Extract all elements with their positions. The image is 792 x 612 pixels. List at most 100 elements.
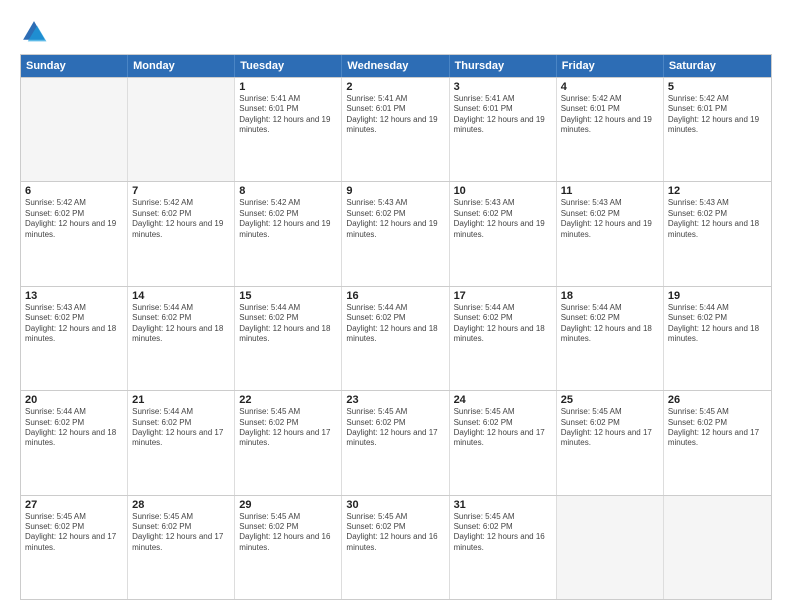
day-number: 9 [346, 185, 444, 197]
day-number: 12 [668, 185, 767, 197]
day-number: 5 [668, 81, 767, 93]
day-info: Sunrise: 5:43 AM Sunset: 6:02 PM Dayligh… [668, 198, 767, 240]
day-number: 17 [454, 290, 552, 302]
day-info: Sunrise: 5:44 AM Sunset: 6:02 PM Dayligh… [454, 303, 552, 345]
day-cell-30: 30Sunrise: 5:45 AM Sunset: 6:02 PM Dayli… [342, 496, 449, 599]
day-cell-31: 31Sunrise: 5:45 AM Sunset: 6:02 PM Dayli… [450, 496, 557, 599]
day-cell-12: 12Sunrise: 5:43 AM Sunset: 6:02 PM Dayli… [664, 182, 771, 285]
day-number: 27 [25, 499, 123, 511]
day-info: Sunrise: 5:44 AM Sunset: 6:02 PM Dayligh… [132, 407, 230, 449]
day-number: 6 [25, 185, 123, 197]
day-info: Sunrise: 5:45 AM Sunset: 6:02 PM Dayligh… [454, 512, 552, 554]
day-cell-4: 4Sunrise: 5:42 AM Sunset: 6:01 PM Daylig… [557, 78, 664, 181]
day-number: 26 [668, 394, 767, 406]
calendar-week-4: 20Sunrise: 5:44 AM Sunset: 6:02 PM Dayli… [21, 390, 771, 494]
day-info: Sunrise: 5:45 AM Sunset: 6:02 PM Dayligh… [346, 407, 444, 449]
logo [20, 18, 52, 46]
day-number: 7 [132, 185, 230, 197]
day-cell-6: 6Sunrise: 5:42 AM Sunset: 6:02 PM Daylig… [21, 182, 128, 285]
day-cell-16: 16Sunrise: 5:44 AM Sunset: 6:02 PM Dayli… [342, 287, 449, 390]
day-info: Sunrise: 5:45 AM Sunset: 6:02 PM Dayligh… [132, 512, 230, 554]
day-number: 30 [346, 499, 444, 511]
day-cell-7: 7Sunrise: 5:42 AM Sunset: 6:02 PM Daylig… [128, 182, 235, 285]
day-info: Sunrise: 5:45 AM Sunset: 6:02 PM Dayligh… [454, 407, 552, 449]
day-cell-14: 14Sunrise: 5:44 AM Sunset: 6:02 PM Dayli… [128, 287, 235, 390]
day-info: Sunrise: 5:41 AM Sunset: 6:01 PM Dayligh… [346, 94, 444, 136]
empty-cell [557, 496, 664, 599]
day-cell-8: 8Sunrise: 5:42 AM Sunset: 6:02 PM Daylig… [235, 182, 342, 285]
header-day-wednesday: Wednesday [342, 55, 449, 77]
header-day-sunday: Sunday [21, 55, 128, 77]
day-number: 29 [239, 499, 337, 511]
day-info: Sunrise: 5:41 AM Sunset: 6:01 PM Dayligh… [239, 94, 337, 136]
day-cell-17: 17Sunrise: 5:44 AM Sunset: 6:02 PM Dayli… [450, 287, 557, 390]
day-info: Sunrise: 5:45 AM Sunset: 6:02 PM Dayligh… [668, 407, 767, 449]
day-cell-18: 18Sunrise: 5:44 AM Sunset: 6:02 PM Dayli… [557, 287, 664, 390]
day-cell-24: 24Sunrise: 5:45 AM Sunset: 6:02 PM Dayli… [450, 391, 557, 494]
calendar-body: 1Sunrise: 5:41 AM Sunset: 6:01 PM Daylig… [21, 77, 771, 599]
day-cell-19: 19Sunrise: 5:44 AM Sunset: 6:02 PM Dayli… [664, 287, 771, 390]
day-number: 22 [239, 394, 337, 406]
day-cell-25: 25Sunrise: 5:45 AM Sunset: 6:02 PM Dayli… [557, 391, 664, 494]
day-info: Sunrise: 5:42 AM Sunset: 6:02 PM Dayligh… [239, 198, 337, 240]
day-number: 10 [454, 185, 552, 197]
day-number: 31 [454, 499, 552, 511]
day-info: Sunrise: 5:42 AM Sunset: 6:01 PM Dayligh… [668, 94, 767, 136]
day-info: Sunrise: 5:42 AM Sunset: 6:01 PM Dayligh… [561, 94, 659, 136]
day-number: 23 [346, 394, 444, 406]
day-number: 25 [561, 394, 659, 406]
header [20, 18, 772, 46]
day-number: 28 [132, 499, 230, 511]
header-day-saturday: Saturday [664, 55, 771, 77]
day-cell-28: 28Sunrise: 5:45 AM Sunset: 6:02 PM Dayli… [128, 496, 235, 599]
day-number: 18 [561, 290, 659, 302]
calendar-week-2: 6 Sunrise: 5:42 AM Sunset: 6:02 PM Daylig… [21, 181, 771, 285]
day-number: 8 [239, 185, 337, 197]
day-cell-1: 1Sunrise: 5:41 AM Sunset: 6:01 PM Daylig… [235, 78, 342, 181]
day-cell-3: 3Sunrise: 5:41 AM Sunset: 6:01 PM Daylig… [450, 78, 557, 181]
day-info: Sunrise: 5:44 AM Sunset: 6:02 PM Dayligh… [239, 303, 337, 345]
day-cell-23: 23Sunrise: 5:45 AM Sunset: 6:02 PM Dayli… [342, 391, 449, 494]
day-number: 4 [561, 81, 659, 93]
day-number: 1 [239, 81, 337, 93]
day-info: Sunrise: 5:43 AM Sunset: 6:02 PM Dayligh… [25, 303, 123, 345]
day-info: Sunrise: 5:45 AM Sunset: 6:02 PM Dayligh… [561, 407, 659, 449]
page: SundayMondayTuesdayWednesdayThursdayFrid… [0, 0, 792, 612]
day-cell-15: 15Sunrise: 5:44 AM Sunset: 6:02 PM Dayli… [235, 287, 342, 390]
day-number: 3 [454, 81, 552, 93]
calendar-week-5: 27Sunrise: 5:45 AM Sunset: 6:02 PM Dayli… [21, 495, 771, 599]
day-info: Sunrise: 5:44 AM Sunset: 6:02 PM Dayligh… [132, 303, 230, 345]
calendar-week-1: 1Sunrise: 5:41 AM Sunset: 6:01 PM Daylig… [21, 77, 771, 181]
day-number: 19 [668, 290, 767, 302]
day-cell-22: 22Sunrise: 5:45 AM Sunset: 6:02 PM Dayli… [235, 391, 342, 494]
day-info: Sunrise: 5:43 AM Sunset: 6:02 PM Dayligh… [346, 198, 444, 240]
empty-cell [664, 496, 771, 599]
day-info: Sunrise: 5:45 AM Sunset: 6:02 PM Dayligh… [239, 512, 337, 554]
day-number: 16 [346, 290, 444, 302]
day-cell-20: 20Sunrise: 5:44 AM Sunset: 6:02 PM Dayli… [21, 391, 128, 494]
day-cell-2: 2Sunrise: 5:41 AM Sunset: 6:01 PM Daylig… [342, 78, 449, 181]
day-number: 24 [454, 394, 552, 406]
day-cell-27: 27Sunrise: 5:45 AM Sunset: 6:02 PM Dayli… [21, 496, 128, 599]
empty-cell [21, 78, 128, 181]
calendar: SundayMondayTuesdayWednesdayThursdayFrid… [20, 54, 772, 600]
logo-icon [20, 18, 48, 46]
day-number: 20 [25, 394, 123, 406]
day-info: Sunrise: 5:43 AM Sunset: 6:02 PM Dayligh… [561, 198, 659, 240]
day-info: Sunrise: 5:45 AM Sunset: 6:02 PM Dayligh… [25, 512, 123, 554]
day-cell-10: 10Sunrise: 5:43 AM Sunset: 6:02 PM Dayli… [450, 182, 557, 285]
calendar-header: SundayMondayTuesdayWednesdayThursdayFrid… [21, 55, 771, 77]
day-info: Sunrise: 5:44 AM Sunset: 6:02 PM Dayligh… [668, 303, 767, 345]
day-number: 2 [346, 81, 444, 93]
day-number: 21 [132, 394, 230, 406]
day-cell-5: 5Sunrise: 5:42 AM Sunset: 6:01 PM Daylig… [664, 78, 771, 181]
day-cell-21: 21Sunrise: 5:44 AM Sunset: 6:02 PM Dayli… [128, 391, 235, 494]
day-cell-11: 11Sunrise: 5:43 AM Sunset: 6:02 PM Dayli… [557, 182, 664, 285]
day-info: Sunrise: 5:43 AM Sunset: 6:02 PM Dayligh… [454, 198, 552, 240]
header-day-friday: Friday [557, 55, 664, 77]
day-cell-9: 9Sunrise: 5:43 AM Sunset: 6:02 PM Daylig… [342, 182, 449, 285]
empty-cell [128, 78, 235, 181]
day-info: Sunrise: 5:44 AM Sunset: 6:02 PM Dayligh… [25, 407, 123, 449]
day-info: Sunrise: 5:44 AM Sunset: 6:02 PM Dayligh… [561, 303, 659, 345]
day-info: Sunrise: 5:44 AM Sunset: 6:02 PM Dayligh… [346, 303, 444, 345]
